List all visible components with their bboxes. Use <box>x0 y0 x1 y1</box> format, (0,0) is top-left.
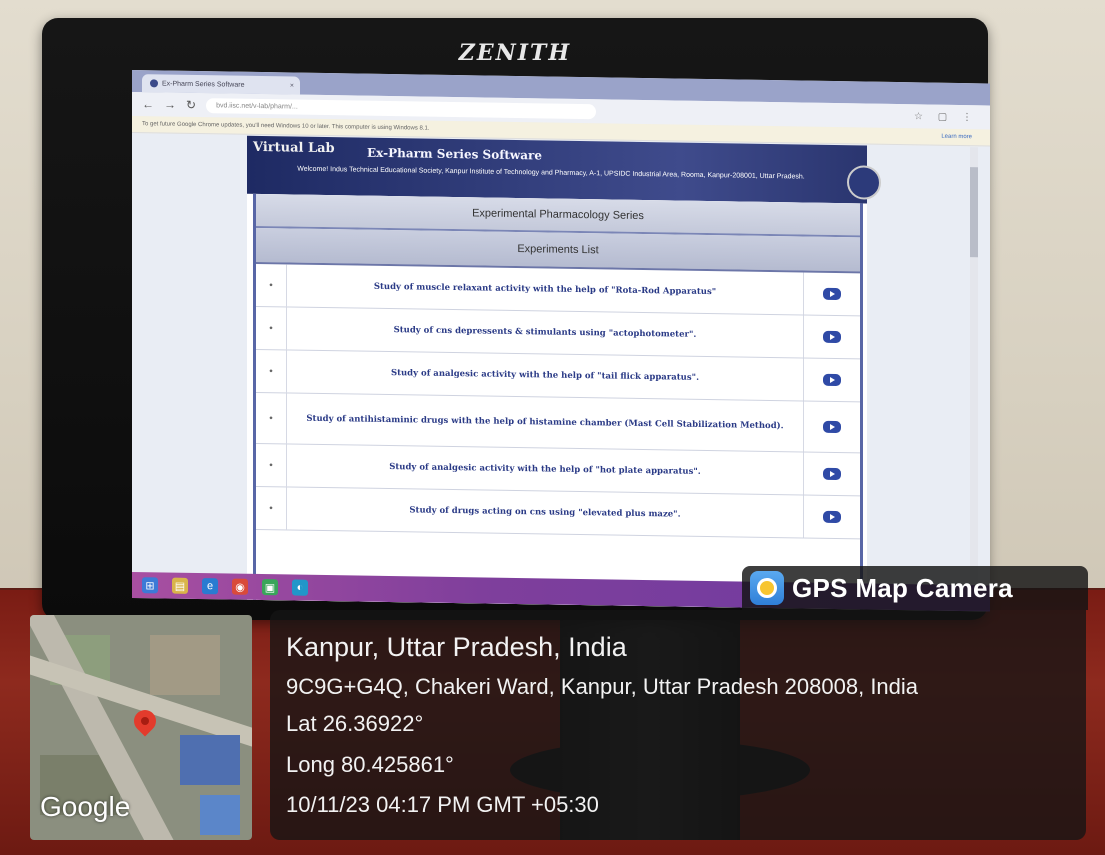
back-icon[interactable]: ← <box>142 97 154 111</box>
site-welcome-text: Welcome! Indus Technical Educational Soc… <box>297 165 805 181</box>
experiment-title[interactable]: Study of drugs acting on cns using "elev… <box>287 502 803 522</box>
toolbar-icons[interactable]: ☆ ▢ ⋮ <box>914 111 978 123</box>
play-button[interactable] <box>823 467 841 481</box>
edge-icon[interactable]: ◐ <box>292 579 308 596</box>
bullet-icon: • <box>256 306 287 350</box>
browser-tab[interactable]: Ex-Pharm Series Software × <box>142 74 300 95</box>
experiments-panel: Experimental Pharmacology Series Experim… <box>253 193 863 612</box>
play-button[interactable] <box>823 420 841 434</box>
reload-icon[interactable]: ↻ <box>186 98 196 112</box>
gps-latitude: Lat 26.36922° <box>286 711 424 736</box>
experiment-title[interactable]: Study of antihistaminic drugs with the h… <box>287 412 803 432</box>
gps-camera-icon <box>750 571 784 605</box>
gps-address-line: 9C9G+G4Q, Chakeri Ward, Kanpur, Uttar Pr… <box>286 674 919 699</box>
internet-explorer-icon[interactable]: e <box>202 578 218 595</box>
experiment-row: • Study of antihistaminic drugs with the… <box>256 392 860 454</box>
gps-longitude: Long 80.425861° <box>286 752 454 777</box>
site-title-virtual-lab: Virtual Lab <box>253 139 335 157</box>
monitor-brand: ZENITH <box>458 40 572 66</box>
play-button[interactable] <box>823 330 841 344</box>
monitor-screen: Ex-Pharm Series Software × ← → ↻ bvd.iis… <box>132 70 990 612</box>
play-button[interactable] <box>823 287 841 301</box>
gps-datetime: 10/11/23 04:17 PM GMT +05:30 <box>286 792 599 817</box>
page-scrollbar[interactable] <box>970 147 978 588</box>
bullet-icon: • <box>256 486 287 530</box>
gps-app-name: GPS Map Camera <box>792 572 1013 603</box>
gps-city-line: Kanpur, Uttar Pradesh, India <box>286 632 627 662</box>
scrollbar-thumb[interactable] <box>970 167 978 258</box>
bullet-icon: • <box>256 349 287 393</box>
institute-logo <box>847 165 881 200</box>
experiment-title[interactable]: Study of cns depressents & stimulants us… <box>287 322 803 342</box>
address-bar[interactable]: bvd.iisc.net/v-lab/pharm/... <box>206 97 597 119</box>
gps-info-panel: Kanpur, Uttar Pradesh, India 9C9G+G4Q, C… <box>270 610 1086 840</box>
experiment-title[interactable]: Study of analgesic activity with the hel… <box>287 365 803 385</box>
tab-close-icon[interactable]: × <box>290 82 294 89</box>
tab-favicon-icon <box>150 79 158 88</box>
infobar-text: To get future Google Chrome updates, you… <box>142 121 430 132</box>
bullet-icon: • <box>256 443 287 487</box>
monitor: ZENITH Ex-Pharm Series Software × ← → ↻ … <box>42 18 990 620</box>
play-button[interactable] <box>823 373 841 387</box>
map-attribution: Google <box>40 791 131 822</box>
experiment-title[interactable]: Study of analgesic activity with the hel… <box>287 459 803 479</box>
app-icon[interactable]: ▣ <box>262 579 278 596</box>
gps-app-badge: GPS Map Camera <box>742 566 1088 610</box>
chrome-icon[interactable]: ◉ <box>232 578 248 595</box>
file-explorer-icon[interactable]: ▤ <box>172 577 188 594</box>
site-title-series: Ex-Pharm Series Software <box>367 145 542 163</box>
bullet-icon: • <box>256 263 287 307</box>
start-icon[interactable]: ⊞ <box>142 577 158 594</box>
forward-icon[interactable]: → <box>164 98 176 112</box>
web-page: Virtual Lab Ex-Pharm Series Software Wel… <box>247 135 881 612</box>
experiment-row: • Study of drugs acting on cns using "el… <box>256 486 860 540</box>
bullet-icon: • <box>256 392 287 444</box>
learn-more-link[interactable]: Learn more <box>941 134 972 140</box>
tab-title: Ex-Pharm Series Software <box>162 79 245 89</box>
experiment-title[interactable]: Study of muscle relaxant activity with t… <box>287 279 803 299</box>
map-thumbnail: Google <box>30 615 252 840</box>
site-header: Virtual Lab Ex-Pharm Series Software Wel… <box>247 135 881 204</box>
play-button[interactable] <box>823 510 841 524</box>
